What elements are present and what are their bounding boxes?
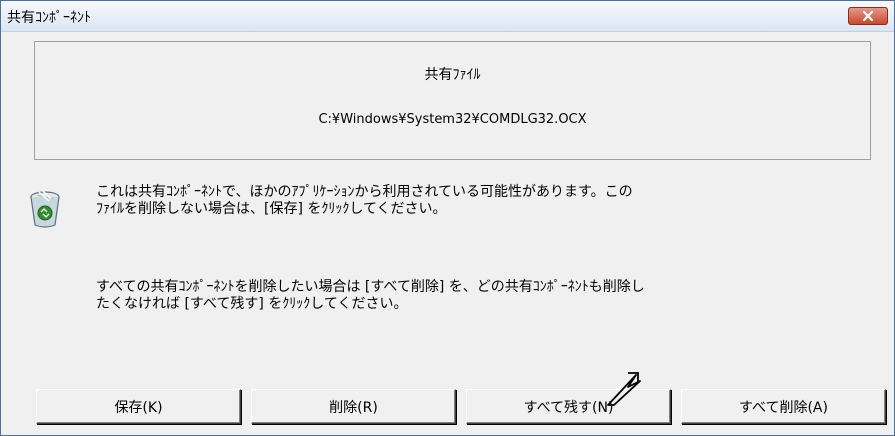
title-bar[interactable]: 共有ｺﾝﾎﾟｰﾈﾝﾄ bbox=[1, 1, 894, 32]
mouse-pointer-icon bbox=[607, 372, 641, 406]
delete-button[interactable]: 削除(R) bbox=[251, 389, 456, 424]
shared-component-dialog: 共有ｺﾝﾎﾟｰﾈﾝﾄ 共有ﾌｧｲﾙ C:¥Windows¥System32¥CO… bbox=[0, 0, 895, 436]
message-line: これは共有ｺﾝﾎﾟｰﾈﾝﾄで、ほかのｱﾌﾟﾘｹｰｼｮﾝから利用されている可能性が… bbox=[96, 184, 633, 200]
close-icon bbox=[862, 10, 874, 22]
message-line: たくなければ [すべて残す] をｸﾘｯｸしてください。 bbox=[96, 296, 408, 312]
window-title: 共有ｺﾝﾎﾟｰﾈﾝﾄ bbox=[7, 10, 91, 26]
message-all: すべての共有ｺﾝﾎﾟｰﾈﾝﾄを削除したい場合は [すべて削除] を、どの共有ｺﾝ… bbox=[96, 279, 876, 313]
keep-button[interactable]: 保存(K) bbox=[36, 389, 241, 424]
message-line: すべての共有ｺﾝﾎﾟｰﾈﾝﾄを削除したい場合は [すべて削除] を、どの共有ｺﾝ… bbox=[96, 279, 645, 295]
panel-heading: 共有ﾌｧｲﾙ bbox=[424, 67, 481, 83]
message-line: ﾌｧｲﾙを削除しない場合は、[保存] をｸﾘｯｸしてください。 bbox=[96, 201, 447, 217]
file-path: C:¥Windows¥System32¥COMDLG32.OCX bbox=[318, 112, 587, 127]
file-info-panel: 共有ﾌｧｲﾙ C:¥Windows¥System32¥COMDLG32.OCX bbox=[34, 41, 871, 160]
message-keep: これは共有ｺﾝﾎﾟｰﾈﾝﾄで、ほかのｱﾌﾟﾘｹｰｼｮﾝから利用されている可能性が… bbox=[96, 184, 876, 218]
recycle-bin-icon bbox=[30, 190, 60, 228]
close-button[interactable] bbox=[848, 7, 888, 25]
delete-all-button[interactable]: すべて削除(A) bbox=[681, 389, 886, 424]
